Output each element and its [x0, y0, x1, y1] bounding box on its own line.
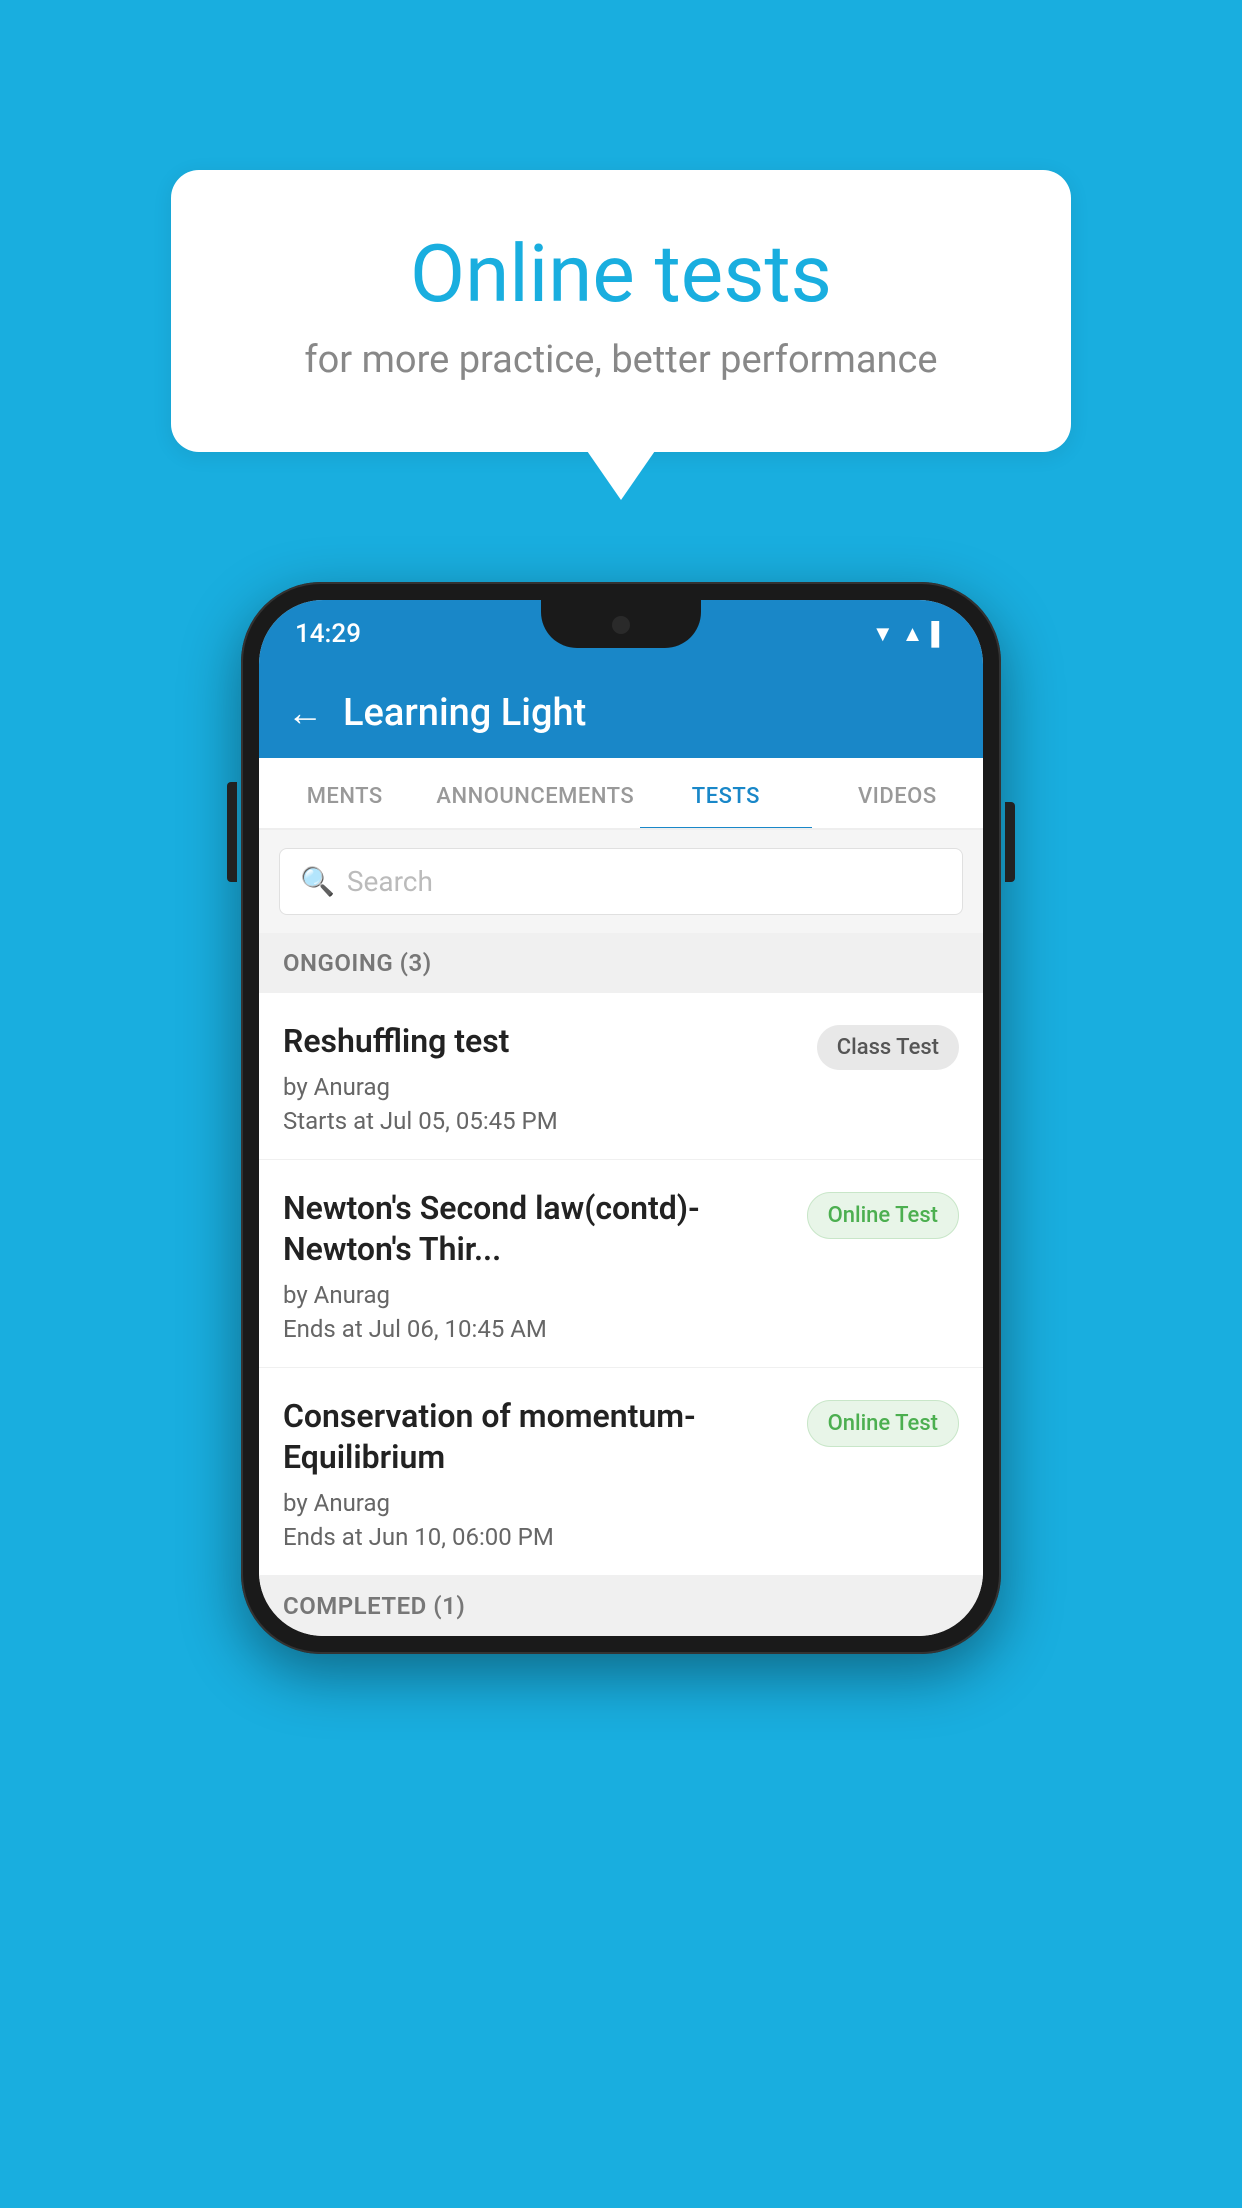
- phone-mockup: 14:29 ▼ ▲ ▌ ← Learning Light MENTS ANNOU…: [241, 582, 1001, 1654]
- status-time: 14:29: [295, 619, 361, 649]
- search-container: 🔍 Search: [259, 830, 983, 933]
- test-info-3: Conservation of momentum-Equilibrium by …: [283, 1396, 807, 1551]
- phone-notch: [541, 600, 701, 648]
- test-by-2: by Anurag: [283, 1281, 791, 1309]
- test-info-1: Reshuffling test by Anurag Starts at Jul…: [283, 1021, 817, 1135]
- test-by-3: by Anurag: [283, 1489, 791, 1517]
- test-item-1[interactable]: Reshuffling test by Anurag Starts at Jul…: [259, 993, 983, 1160]
- test-date-3: Ends at Jun 10, 06:00 PM: [283, 1523, 791, 1551]
- bubble-title: Online tests: [251, 230, 991, 318]
- back-button[interactable]: ←: [287, 695, 323, 731]
- tab-videos[interactable]: VIDEOS: [812, 760, 983, 830]
- search-bar[interactable]: 🔍 Search: [279, 848, 963, 915]
- tab-assignments[interactable]: MENTS: [259, 760, 430, 830]
- app-title: Learning Light: [343, 691, 586, 735]
- camera: [612, 616, 630, 634]
- signal-icon: ▲: [902, 621, 924, 647]
- tabs-bar: MENTS ANNOUNCEMENTS TESTS VIDEOS: [259, 758, 983, 830]
- wifi-icon: ▼: [872, 621, 894, 647]
- test-badge-1: Class Test: [817, 1025, 959, 1070]
- app-header: ← Learning Light: [259, 668, 983, 758]
- bubble-subtitle: for more practice, better performance: [251, 338, 991, 382]
- phone-outer: 14:29 ▼ ▲ ▌ ← Learning Light MENTS ANNOU…: [241, 582, 1001, 1654]
- test-title-3: Conservation of momentum-Equilibrium: [283, 1396, 791, 1479]
- test-badge-2: Online Test: [807, 1192, 959, 1239]
- test-title-1: Reshuffling test: [283, 1021, 801, 1063]
- tab-tests[interactable]: TESTS: [640, 760, 811, 830]
- test-date-1: Starts at Jul 05, 05:45 PM: [283, 1107, 801, 1135]
- completed-label: COMPLETED (1): [283, 1592, 465, 1620]
- battery-icon: ▌: [931, 621, 947, 647]
- test-item-3[interactable]: Conservation of momentum-Equilibrium by …: [259, 1368, 983, 1576]
- test-info-2: Newton's Second law(contd)-Newton's Thir…: [283, 1188, 807, 1343]
- ongoing-section-header: ONGOING (3): [259, 933, 983, 993]
- phone-inner: 14:29 ▼ ▲ ▌ ← Learning Light MENTS ANNOU…: [259, 600, 983, 1636]
- search-icon: 🔍: [300, 865, 335, 898]
- ongoing-label: ONGOING (3): [283, 949, 432, 977]
- test-date-2: Ends at Jul 06, 10:45 AM: [283, 1315, 791, 1343]
- speech-bubble: Online tests for more practice, better p…: [171, 170, 1071, 452]
- tab-announcements[interactable]: ANNOUNCEMENTS: [430, 760, 640, 830]
- completed-section-header: COMPLETED (1): [259, 1576, 983, 1636]
- status-icons: ▼ ▲ ▌: [872, 621, 947, 647]
- test-by-1: by Anurag: [283, 1073, 801, 1101]
- search-placeholder: Search: [347, 865, 433, 898]
- test-item-2[interactable]: Newton's Second law(contd)-Newton's Thir…: [259, 1160, 983, 1368]
- test-title-2: Newton's Second law(contd)-Newton's Thir…: [283, 1188, 791, 1271]
- test-badge-3: Online Test: [807, 1400, 959, 1447]
- status-bar: 14:29 ▼ ▲ ▌: [259, 600, 983, 668]
